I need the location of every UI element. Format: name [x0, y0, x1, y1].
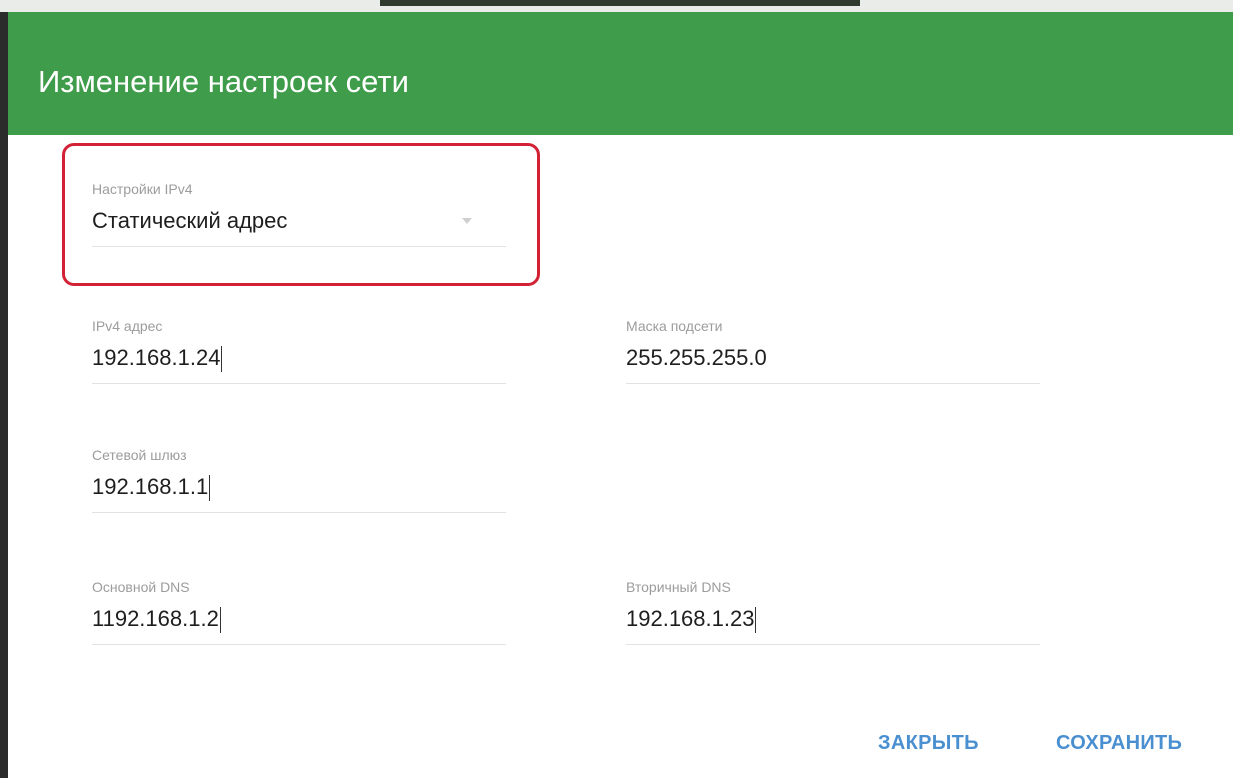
background-page-edge — [380, 0, 860, 6]
secondary-dns-input[interactable]: 192.168.1.23 — [626, 604, 1040, 634]
subnet-mask-field[interactable]: Маска подсети 255.255.255.0 — [626, 317, 1040, 384]
text-caret — [219, 607, 221, 634]
subnet-mask-underline — [626, 383, 1040, 384]
background-page-left-edge — [0, 12, 8, 778]
primary-dns-label: Основной DNS — [92, 579, 190, 595]
text-caret — [221, 346, 223, 373]
ipv4-settings-value[interactable]: Статический адрес — [92, 206, 506, 236]
secondary-dns-field[interactable]: Вторичный DNS 192.168.1.23 — [626, 578, 1040, 645]
ipv4-address-underline — [92, 383, 506, 384]
background-page — [0, 0, 1233, 12]
ipv4-settings-select[interactable]: Настройки IPv4 Статический адрес — [92, 180, 506, 247]
subnet-mask-input[interactable]: 255.255.255.0 — [626, 343, 1040, 373]
ipv4-address-input[interactable]: 192.168.1.24 — [92, 343, 506, 373]
ipv4-address-value: 192.168.1.24 — [92, 345, 221, 370]
primary-dns-value: 1192.168.1.2 — [92, 606, 219, 631]
subnet-mask-value: 255.255.255.0 — [626, 345, 767, 370]
screen: Изменение настроек сети Настройки IPv4 С… — [0, 0, 1233, 778]
primary-dns-underline — [92, 644, 506, 645]
primary-dns-field[interactable]: Основной DNS 1192.168.1.2 — [92, 578, 506, 645]
gateway-field[interactable]: Сетевой шлюз 192.168.1.1 — [92, 446, 506, 513]
text-caret — [755, 607, 757, 634]
primary-dns-input[interactable]: 1192.168.1.2 — [92, 604, 506, 634]
secondary-dns-underline — [626, 644, 1040, 645]
secondary-dns-value: 192.168.1.23 — [626, 606, 755, 631]
dialog-title: Изменение настроек сети — [38, 64, 409, 99]
close-button[interactable]: ЗАКРЫТЬ — [878, 732, 979, 755]
gateway-underline — [92, 512, 506, 513]
save-button[interactable]: СОХРАНИТЬ — [1056, 732, 1182, 755]
ipv4-settings-selected-value: Статический адрес — [92, 208, 288, 233]
network-settings-dialog: Изменение настроек сети Настройки IPv4 С… — [8, 12, 1233, 778]
gateway-value: 192.168.1.1 — [92, 474, 209, 499]
gateway-label: Сетевой шлюз — [92, 447, 187, 463]
dialog-header: Изменение настроек сети — [8, 12, 1233, 135]
chevron-down-icon[interactable] — [462, 218, 472, 224]
ipv4-settings-underline — [92, 246, 506, 247]
ipv4-address-field[interactable]: IPv4 адрес 192.168.1.24 — [92, 317, 506, 384]
text-caret — [209, 475, 211, 502]
ipv4-address-label: IPv4 адрес — [92, 318, 163, 334]
ipv4-settings-label: Настройки IPv4 — [92, 181, 193, 197]
gateway-input[interactable]: 192.168.1.1 — [92, 472, 506, 502]
secondary-dns-label: Вторичный DNS — [626, 579, 731, 595]
subnet-mask-label: Маска подсети — [626, 318, 723, 334]
